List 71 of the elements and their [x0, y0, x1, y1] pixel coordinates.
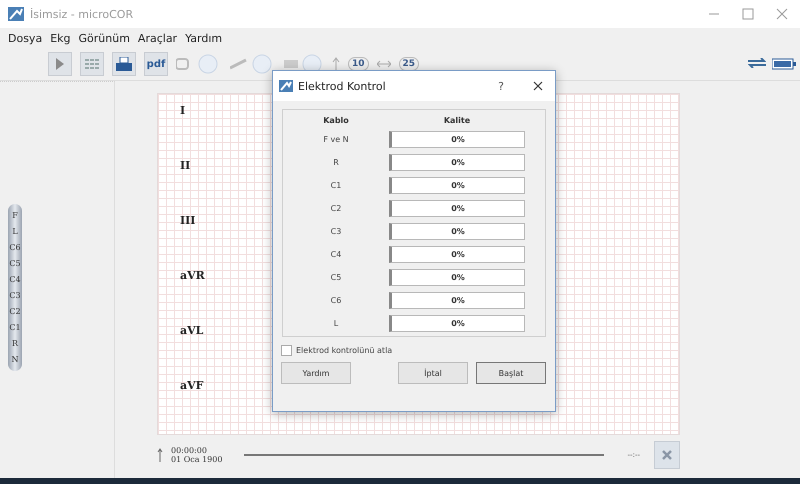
quality-value: 0% [451, 135, 465, 144]
quality-value: 0% [451, 227, 465, 236]
electrode-label: C5 [9, 258, 21, 270]
electrode-label: F [12, 210, 18, 222]
close-icon[interactable] [533, 81, 543, 91]
close-icon [662, 450, 672, 460]
electrode-label: C4 [9, 274, 21, 286]
cable-label: C3 [330, 227, 342, 236]
quality-value: 0% [451, 250, 465, 259]
electrode-label: C1 [9, 322, 21, 334]
checkbox-label: Elektrod kontrolünü atla [296, 346, 392, 355]
menu-item[interactable]: Araçlar [134, 32, 182, 44]
maximize-icon[interactable] [742, 8, 754, 20]
quality-value: 0% [451, 319, 465, 328]
app-icon [279, 80, 293, 92]
electrode-label: C3 [9, 290, 21, 302]
dialog-title: Elektrod Kontrol [298, 80, 387, 92]
quality-value: 0% [451, 296, 465, 305]
gain-value[interactable]: 25 [398, 57, 420, 71]
column-header: Kablo [322, 116, 350, 125]
cable-label: F ve N [322, 135, 350, 144]
cancel-button[interactable]: İptal [398, 362, 468, 384]
help-button[interactable]: Yardım [281, 362, 351, 384]
app-icon [8, 7, 24, 21]
help-button[interactable]: ? [498, 80, 504, 92]
cable-label: C5 [330, 273, 342, 282]
lead-label: aVL [180, 324, 204, 337]
electrode-label: L [12, 226, 18, 238]
lead-label: I [180, 104, 186, 117]
cable-label: L [332, 319, 340, 328]
start-button[interactable]: Başlat [476, 362, 546, 384]
cable-label: R [332, 158, 340, 167]
clear-button[interactable] [654, 441, 680, 469]
electrode-label: C6 [9, 242, 21, 254]
quality-value: 0% [451, 158, 465, 167]
play-button[interactable] [48, 52, 72, 76]
cable-label: C4 [330, 250, 342, 259]
lead-label: II [180, 159, 190, 172]
amplitude-icon [332, 57, 340, 71]
battery-icon [772, 58, 796, 70]
lead-label: III [180, 214, 196, 227]
column-header: Kalite [442, 116, 472, 125]
grid-button[interactable] [80, 52, 104, 76]
menu-item[interactable]: Yardım [181, 32, 226, 44]
width-icon [376, 59, 391, 69]
quality-value: 0% [451, 273, 465, 282]
cable-label: C2 [330, 204, 342, 213]
menu-item[interactable]: Görünüm [74, 32, 134, 44]
up-arrow-icon [157, 448, 163, 462]
speed-value[interactable]: 10 [348, 57, 369, 71]
electrode-label: C2 [9, 306, 21, 318]
electrode-label: R [12, 338, 18, 350]
electrode-label: N [12, 354, 18, 366]
grid-icon [85, 59, 99, 69]
lead-label: aVR [180, 269, 205, 282]
cable-label: C1 [330, 181, 342, 190]
skip-checkbox[interactable] [281, 345, 292, 356]
print-button[interactable] [112, 52, 136, 76]
date-label: 01 Oca 1900 [171, 455, 222, 464]
printer-icon [116, 57, 132, 71]
pdf-button[interactable]: pdf [144, 52, 168, 76]
quality-value: 0% [451, 181, 465, 190]
menu-item[interactable]: Dosya [4, 32, 46, 44]
window-title: İsimsiz - microCOR [30, 8, 134, 20]
play-icon [55, 58, 65, 70]
connection-icon [748, 58, 766, 68]
lead-label: aVF [180, 379, 204, 392]
menu-item[interactable]: Ekg [46, 32, 74, 44]
quality-value: 0% [451, 204, 465, 213]
cable-label: C6 [330, 296, 342, 305]
time-label: 00:00:00 [171, 446, 208, 455]
